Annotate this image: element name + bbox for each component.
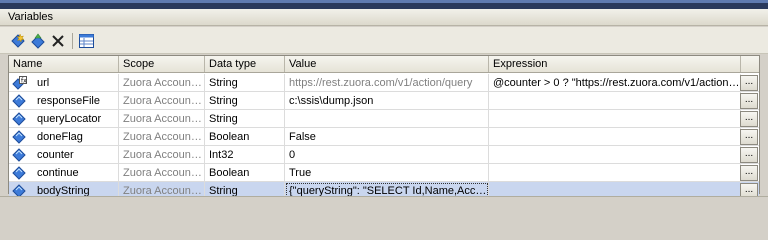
variable-icon [9,110,29,128]
cell-type: Boolean [205,128,285,146]
cell-name[interactable]: url [33,74,119,92]
column-header-name[interactable]: Name [9,56,119,72]
cell-type: String [205,92,285,110]
cell-scope: Zuora Account ... [119,92,205,110]
cell-expression[interactable] [489,164,741,182]
variables-toolbar [0,27,768,54]
delete-variable-icon [52,35,64,47]
variable-icon [9,164,29,182]
delete-variable-button[interactable] [49,32,67,50]
svg-text:fx: fx [21,78,27,85]
add-variable-button[interactable] [9,32,27,50]
variable-row-url[interactable]: fx url Zuora Account ... String https://rest… [9,74,759,92]
panel-title: Variables [8,11,54,23]
toolbar-separator [72,33,73,49]
grid-options-icon [78,34,94,48]
cell-value[interactable]: True [285,164,489,182]
expression-variable-icon: fx [9,74,29,92]
cell-value[interactable]: 0 [285,146,489,164]
column-header-blank [741,56,759,72]
variable-row-doneFlag[interactable]: doneFlag Zuora Account ... Boolean False... [9,128,759,146]
cell-type: Int32 [205,146,285,164]
cell-expression[interactable] [489,110,741,128]
cell-scope: Zuora Account ... [119,74,205,92]
cell-expression[interactable] [489,92,741,110]
expression-builder-button[interactable]: ... [740,93,758,109]
column-header-expression[interactable]: Expression [489,56,741,72]
cell-name[interactable]: queryLocator [33,110,119,128]
cell-type: String [205,74,285,92]
cell-expression[interactable]: @counter > 0 ? "https://rest.zuora.com/v… [489,74,741,92]
cell-value[interactable]: c:\ssis\dump.json [285,92,489,110]
move-variable-icon [31,33,45,49]
cell-expression[interactable] [489,146,741,164]
move-variable-button[interactable] [29,32,47,50]
cell-name[interactable]: responseFile [33,92,119,110]
variable-row-queryLocator[interactable]: queryLocator Zuora Account ... String... [9,110,759,128]
top-strip [0,0,768,3]
expression-builder-button[interactable]: ... [740,111,758,127]
expression-builder-button[interactable]: ... [740,147,758,163]
expression-builder-button[interactable]: ... [740,75,758,91]
expression-builder-button[interactable]: ... [740,129,758,145]
cell-scope: Zuora Account ... [119,110,205,128]
expression-builder-button[interactable]: ... [740,165,758,181]
cell-expression[interactable] [489,128,741,146]
column-header-data-type[interactable]: Data type [205,56,285,72]
variable-row-responseFile[interactable]: responseFile Zuora Account ... String c:\ss… [9,92,759,110]
cell-value[interactable]: False [285,128,489,146]
window-top-bar [0,0,768,9]
variable-row-counter[interactable]: counter Zuora Account ... Int32 0... [9,146,759,164]
cell-value[interactable]: https://rest.zuora.com/v1/action/query [285,74,489,92]
column-header-scope[interactable]: Scope [119,56,205,72]
cell-type: String [205,110,285,128]
cell-scope: Zuora Account ... [119,128,205,146]
variables-titlebar: Variables [0,9,768,26]
grid-options-button[interactable] [77,32,95,50]
variable-icon [9,92,29,110]
variable-icon [9,146,29,164]
cell-type: Boolean [205,164,285,182]
variable-row-continue[interactable]: continue Zuora Account ... Boolean True... [9,164,759,182]
cell-scope: Zuora Account ... [119,164,205,182]
grid-header: Name Scope Data type Value Expression [9,56,759,73]
variables-grid: Name Scope Data type Value Expression fx… [8,55,760,200]
cell-name[interactable]: continue [33,164,119,182]
cell-value[interactable] [285,110,489,128]
cell-scope: Zuora Account ... [119,146,205,164]
column-header-value[interactable]: Value [285,56,489,72]
variable-icon [9,128,29,146]
cell-name[interactable]: counter [33,146,119,164]
cell-name[interactable]: doneFlag [33,128,119,146]
bottom-scroll-area [0,196,768,206]
add-variable-icon [11,33,25,48]
